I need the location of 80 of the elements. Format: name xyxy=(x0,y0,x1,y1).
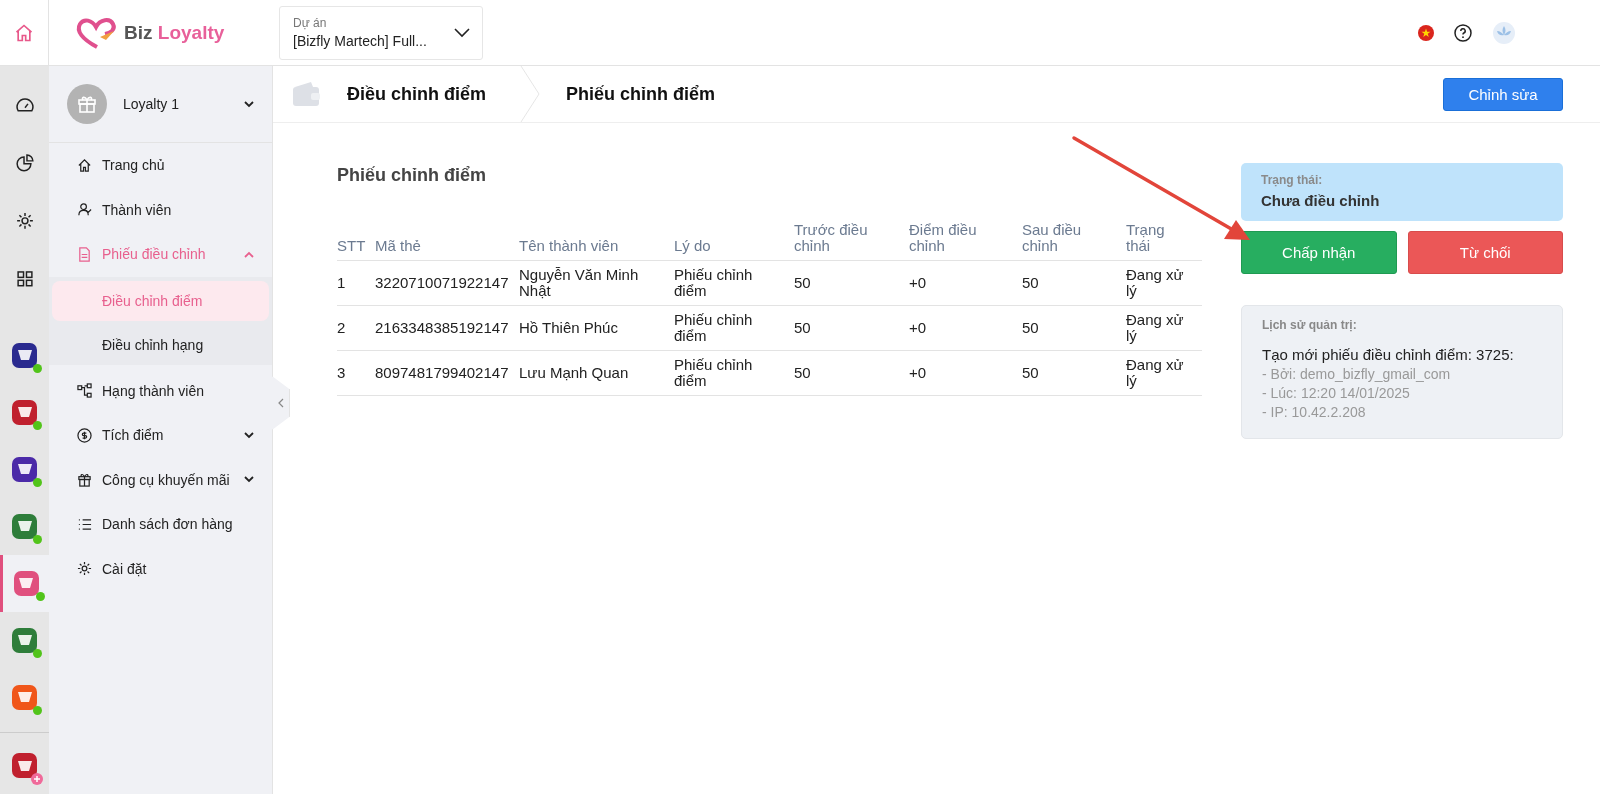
chevron-down-icon xyxy=(454,27,470,38)
edit-button[interactable]: Chỉnh sửa xyxy=(1443,77,1563,111)
chevron-left-icon xyxy=(277,398,284,408)
sidebar-item[interactable]: Trang chủ xyxy=(49,143,272,188)
wallet-icon xyxy=(291,81,321,107)
column-header: Trước điều chỉnh xyxy=(794,221,868,254)
table-cell: 8097481799402147 xyxy=(375,364,509,381)
breadcrumb-link[interactable]: Điều chỉnh điểm xyxy=(347,83,487,105)
column-header: Mã thẻ xyxy=(375,237,421,254)
table-cell: 50 xyxy=(794,274,811,291)
table-cell: 50 xyxy=(794,319,811,336)
app-icon[interactable] xyxy=(12,627,37,653)
app-icon[interactable] xyxy=(12,399,37,425)
menu-icon xyxy=(77,561,92,577)
history-title: Tạo mới phiếu điều chỉnh điểm: 3725: xyxy=(1262,346,1515,363)
app-icon[interactable] xyxy=(12,753,37,779)
account-selector[interactable]: Loyalty 1 xyxy=(49,66,272,143)
menu-icon xyxy=(77,472,92,488)
add-icon[interactable] xyxy=(31,773,43,785)
history-line: - IP: 10.42.2.208 xyxy=(1262,403,1367,422)
table-cell: 3 xyxy=(337,364,346,381)
table-cell: 3220710071922147 xyxy=(375,274,509,291)
table-cell: Đang xử lý xyxy=(1126,266,1184,299)
history-line: - Bởi: demo_bizfly_gmail_com xyxy=(1262,365,1452,384)
column-header: STT xyxy=(337,237,366,254)
sidebar-item[interactable]: Thành viên xyxy=(49,187,272,232)
table-cell: 2 xyxy=(337,319,346,336)
table-cell: Nguyễn Văn Minh Nhật xyxy=(519,266,639,299)
table-cell: 50 xyxy=(1022,319,1039,336)
table-cell: Đang xử lý xyxy=(1126,311,1184,344)
status-value: Chưa điều chỉnh xyxy=(1261,192,1381,209)
column-header: Tên thành viên xyxy=(519,237,619,254)
table-cell: +0 xyxy=(909,319,927,336)
table-cell: 50 xyxy=(1022,274,1039,291)
menu-icon xyxy=(77,516,92,532)
sidebar-item[interactable]: Tích điểm xyxy=(49,413,272,458)
app-icon[interactable] xyxy=(12,513,37,539)
menu-icon xyxy=(77,157,92,173)
flag-icon[interactable] xyxy=(1418,24,1434,41)
column-header: Sau điều chỉnh xyxy=(1022,221,1082,254)
logo-wordmark: Biz Loyalty xyxy=(124,21,225,44)
sidebar-item[interactable]: Hạng thành viên xyxy=(49,368,272,413)
home-icon[interactable] xyxy=(14,22,34,43)
gift-avatar-icon xyxy=(67,84,107,124)
menu-icon xyxy=(77,202,92,218)
table-cell: +0 xyxy=(909,364,927,381)
app-icon[interactable] xyxy=(12,456,37,482)
project-select[interactable]: Dự án [Bizfly Martech] Full... xyxy=(279,5,483,60)
table-cell: Lưu Mạnh Quan xyxy=(519,364,629,381)
pie-chart-icon[interactable] xyxy=(14,153,35,174)
status-label: Trạng thái: xyxy=(1261,173,1324,187)
grid-icon[interactable] xyxy=(14,269,35,289)
table-cell: Phiếu chỉnh điểm xyxy=(674,356,753,389)
history-line: - Lúc: 12:20 14/01/2025 xyxy=(1262,384,1411,403)
table-cell: 50 xyxy=(1022,364,1039,381)
menu-icon xyxy=(77,383,92,399)
chevron-down-icon xyxy=(244,100,254,108)
sidebar-item[interactable]: Danh sách đơn hàng xyxy=(49,502,272,547)
menu-icon xyxy=(77,427,92,443)
table-cell: Đang xử lý xyxy=(1126,356,1184,389)
menu-icon xyxy=(77,246,92,262)
table-cell: Phiếu chỉnh điểm xyxy=(674,266,753,299)
app-icon[interactable] xyxy=(12,342,37,368)
table-cell: 1 xyxy=(337,274,346,291)
table-cell: 2163348385192147 xyxy=(375,319,509,336)
column-header: Điểm điều chỉnh xyxy=(909,221,977,254)
column-header: Lý do xyxy=(674,237,711,254)
column-header: Trạng thái xyxy=(1126,221,1165,254)
table-cell: Hồ Thiên Phúc xyxy=(519,319,618,336)
history-label: Lịch sử quản trị: xyxy=(1262,318,1358,332)
table-cell: Phiếu chỉnh điểm xyxy=(674,311,753,344)
settings-icon[interactable] xyxy=(14,211,35,231)
sidebar-item[interactable]: Cài đặt xyxy=(49,546,272,591)
section-title: Phiếu chỉnh điểm xyxy=(337,165,488,186)
page-title: Phiếu chỉnh điểm xyxy=(566,83,716,105)
table-cell: 50 xyxy=(794,364,811,381)
table-cell: +0 xyxy=(909,274,927,291)
help-icon[interactable] xyxy=(1454,23,1472,42)
submenu-item[interactable]: Điều chỉnh hạng xyxy=(52,324,269,365)
sidebar-item[interactable]: Công cụ khuyến mãi xyxy=(49,457,272,502)
